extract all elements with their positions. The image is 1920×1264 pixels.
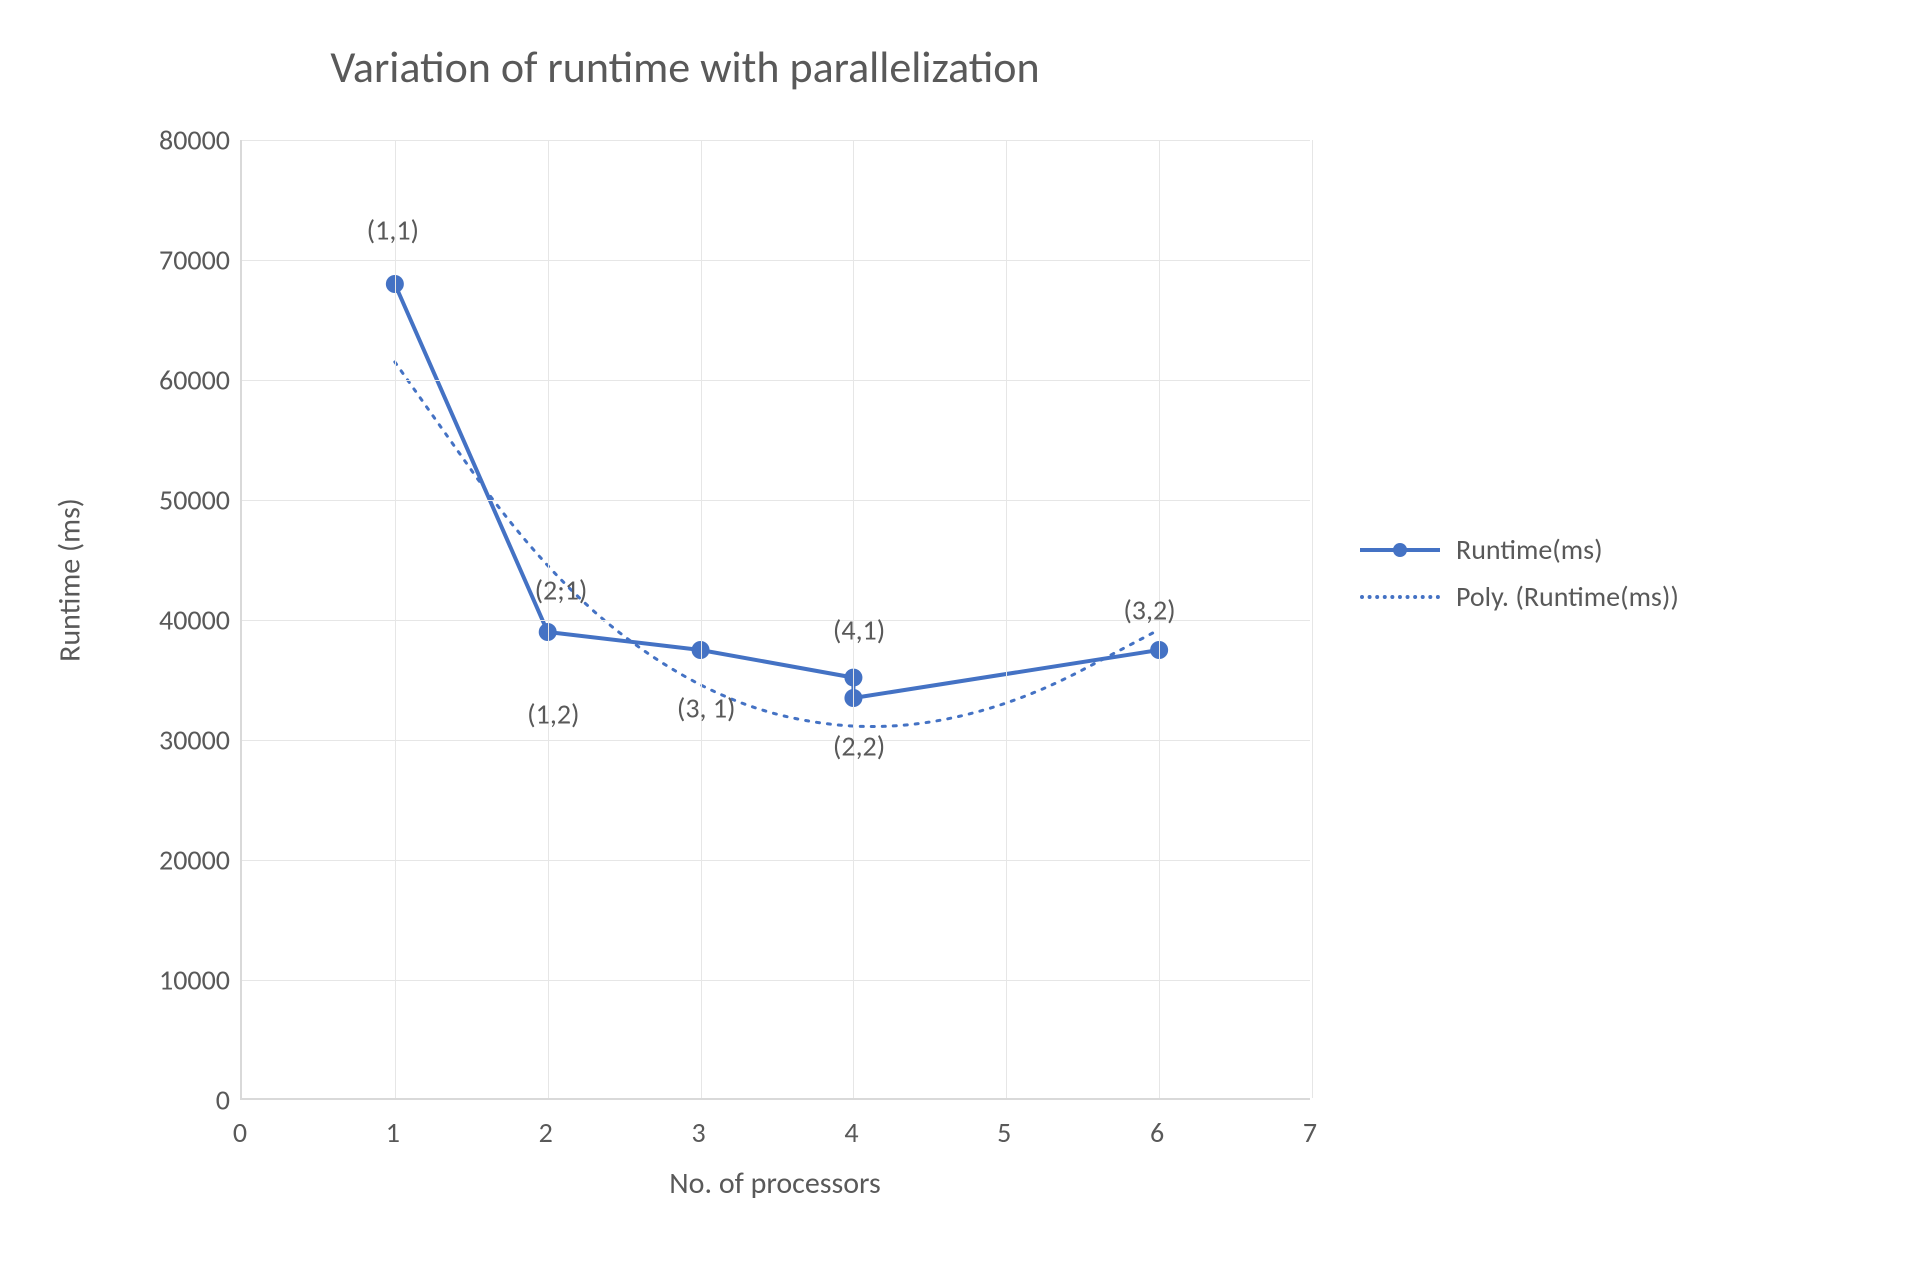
legend: Runtime(ms) Poly. (Runtime(ms)) <box>1360 520 1679 626</box>
x-tick-label: 7 <box>1280 1115 1340 1150</box>
x-tick-label: 2 <box>516 1115 576 1150</box>
gridline-v <box>1312 140 1313 1098</box>
annotation: (1,2) <box>527 696 579 731</box>
x-tick-label: 6 <box>1127 1115 1187 1150</box>
legend-label: Runtime(ms) <box>1456 532 1603 567</box>
y-tick-label: 0 <box>30 1083 230 1118</box>
y-tick-label: 70000 <box>30 243 230 278</box>
legend-item-runtime: Runtime(ms) <box>1360 532 1679 567</box>
x-tick-label: 0 <box>210 1115 270 1150</box>
x-tick-label: 1 <box>363 1115 423 1150</box>
chart-title: Variation of runtime with parallelizatio… <box>60 40 1310 94</box>
gridline-h <box>242 500 1310 501</box>
gridline-v <box>701 140 702 1098</box>
gridline-v <box>548 140 549 1098</box>
y-tick-label: 10000 <box>30 963 230 998</box>
gridline-h <box>242 860 1310 861</box>
gridline-h <box>242 740 1310 741</box>
legend-swatch-solid <box>1360 538 1440 562</box>
x-tick-label: 4 <box>821 1115 881 1150</box>
x-axis-label: No. of processors <box>240 1165 1310 1202</box>
annotation: (3, 1) <box>677 690 736 725</box>
y-tick-label: 20000 <box>30 843 230 878</box>
annotation: (3,2) <box>1123 593 1175 628</box>
annotation: (4,1) <box>833 612 885 647</box>
gridline-v <box>395 140 396 1098</box>
gridline-v <box>1006 140 1007 1098</box>
y-tick-label: 50000 <box>30 483 230 518</box>
gridline-h <box>242 140 1310 141</box>
series-runtime <box>395 284 1159 698</box>
gridline-h <box>242 380 1310 381</box>
legend-label: Poly. (Runtime(ms)) <box>1456 579 1679 614</box>
annotation: (1,1) <box>367 213 419 248</box>
y-tick-label: 80000 <box>30 123 230 158</box>
annotation: (2,2) <box>833 729 885 764</box>
legend-item-poly: Poly. (Runtime(ms)) <box>1360 579 1679 614</box>
x-tick-label: 3 <box>669 1115 729 1150</box>
gridline-h <box>242 980 1310 981</box>
annotation: (2;1) <box>535 573 588 608</box>
x-tick-label: 5 <box>974 1115 1034 1150</box>
y-tick-label: 40000 <box>30 603 230 638</box>
chart: Variation of runtime with parallelizatio… <box>60 40 1860 1220</box>
gridline-h <box>242 260 1310 261</box>
y-tick-label: 30000 <box>30 723 230 758</box>
y-tick-label: 60000 <box>30 363 230 398</box>
legend-swatch-dotted <box>1360 585 1440 609</box>
